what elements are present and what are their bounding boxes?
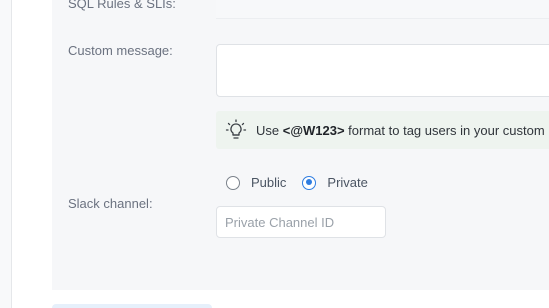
- custom-message-textarea[interactable]: [216, 44, 549, 97]
- slack-channel-label: Slack channel:: [68, 196, 153, 211]
- radio-private-circle[interactable]: [302, 175, 317, 190]
- channel-visibility-radio-group: Public Private: [226, 175, 384, 190]
- hint-text: Use <@W123> format to tag users in your …: [256, 122, 549, 138]
- radio-public-label: Public: [251, 175, 287, 190]
- bottom-button[interactable]: [52, 304, 212, 308]
- page: SQL Rules & SLIs: Custom message: Use <@…: [0, 0, 549, 308]
- radio-private-label: Private: [327, 175, 368, 190]
- tag-users-hint: Use <@W123> format to tag users in your …: [216, 111, 549, 149]
- private-channel-id-input[interactable]: [216, 206, 386, 238]
- lightbulb-icon: [224, 118, 248, 142]
- radio-public[interactable]: Public: [226, 175, 286, 190]
- radio-private[interactable]: Private: [302, 175, 368, 190]
- hint-tag-format: <@W123>: [282, 122, 345, 138]
- sql-rules-label: SQL Rules & SLIs:: [68, 0, 176, 11]
- radio-public-circle[interactable]: [226, 175, 240, 190]
- left-rail: [0, 0, 12, 308]
- sql-rules-field[interactable]: [216, 0, 549, 19]
- custom-message-label: Custom message:: [68, 43, 173, 58]
